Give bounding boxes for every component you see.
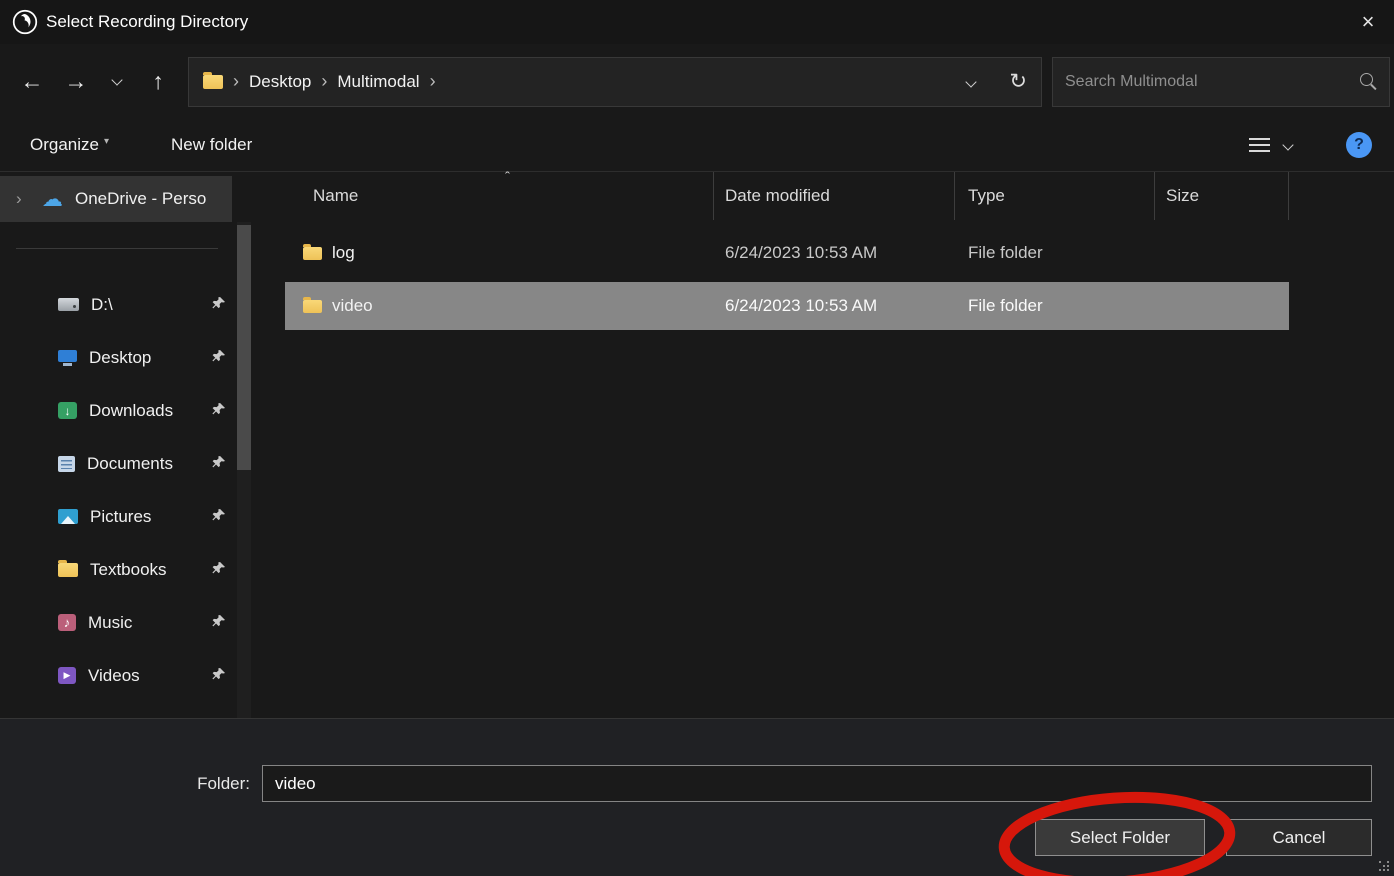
sidebar-item-documents[interactable]: Documents: [0, 437, 260, 490]
breadcrumb-separator[interactable]: ›: [429, 71, 437, 92]
pin-icon: [212, 348, 226, 368]
breadcrumb-item-multimodal[interactable]: Multimodal: [337, 72, 419, 92]
sidebar-item-downloads[interactable]: ↓ Downloads: [0, 384, 260, 437]
onedrive-cloud-icon: ☁: [42, 189, 63, 210]
pin-icon: [212, 454, 226, 474]
recent-locations-button[interactable]: [98, 60, 136, 104]
expand-chevron-icon[interactable]: ›: [16, 189, 22, 209]
column-header-size[interactable]: Size: [1155, 172, 1289, 220]
folder-icon: [303, 247, 322, 260]
search-icon[interactable]: [1360, 73, 1377, 90]
close-icon[interactable]: ×: [1354, 8, 1382, 36]
organize-button[interactable]: Organize ▾: [30, 135, 109, 155]
file-list: ˆ Name Date modified Type Size log 6/24/…: [260, 172, 1394, 718]
file-row-video-selected[interactable]: video 6/24/2023 10:53 AM File folder: [285, 282, 1289, 330]
drive-icon: [58, 298, 79, 311]
sidebar-item-label: Videos: [88, 666, 140, 686]
search-input[interactable]: [1065, 73, 1360, 91]
dialog-footer: Folder: Select Folder Cancel: [0, 718, 1394, 876]
sidebar-item-pictures[interactable]: Pictures: [0, 490, 260, 543]
desktop-icon: [58, 350, 77, 362]
scrollbar-track[interactable]: [237, 222, 251, 718]
folder-name-input[interactable]: [262, 765, 1372, 802]
sidebar-item-label: Downloads: [89, 401, 173, 421]
select-folder-button[interactable]: Select Folder: [1035, 819, 1205, 856]
documents-icon: [58, 456, 75, 472]
back-button[interactable]: ←: [10, 60, 54, 104]
file-list-header: ˆ Name Date modified Type Size: [260, 172, 1394, 220]
column-header-date-modified[interactable]: Date modified: [714, 172, 955, 220]
pictures-icon: [58, 509, 78, 524]
pin-icon: [212, 401, 226, 421]
view-details-icon[interactable]: [1249, 138, 1270, 153]
refresh-button[interactable]: ↻: [1009, 69, 1027, 94]
sidebar-item-desktop[interactable]: Desktop: [0, 331, 260, 384]
obs-logo-icon: [12, 9, 38, 35]
help-button[interactable]: ?: [1346, 132, 1372, 158]
window-title: Select Recording Directory: [46, 12, 248, 32]
dialog-content: › ☁ OneDrive - Perso D:\ Desktop ↓ Downl…: [0, 172, 1394, 718]
chevron-down-icon: [111, 74, 122, 85]
sidebar-item-onedrive[interactable]: › ☁ OneDrive - Perso: [0, 176, 232, 222]
scrollbar-thumb[interactable]: [237, 225, 251, 470]
title-bar: Select Recording Directory ×: [0, 0, 1394, 44]
pin-icon: [212, 613, 226, 633]
chevron-down-icon: [966, 76, 977, 87]
file-date-modified: 6/24/2023 10:53 AM: [714, 243, 955, 263]
sidebar-item-label: Textbooks: [90, 560, 167, 580]
pin-icon: [212, 666, 226, 686]
address-dropdown-button[interactable]: [967, 73, 975, 91]
new-folder-button[interactable]: New folder: [171, 135, 252, 155]
sidebar-item-label: Music: [88, 613, 132, 633]
navigation-pane: › ☁ OneDrive - Perso D:\ Desktop ↓ Downl…: [0, 172, 260, 718]
command-bar: Organize ▾ New folder ?: [0, 119, 1394, 172]
music-icon: ♪: [58, 614, 76, 631]
file-name: video: [332, 296, 373, 316]
downloads-icon: ↓: [58, 402, 77, 419]
file-name: log: [332, 243, 355, 263]
file-row-log[interactable]: log 6/24/2023 10:53 AM File folder: [285, 229, 1289, 277]
sidebar-item-label: Documents: [87, 454, 173, 474]
search-box[interactable]: [1052, 57, 1390, 107]
breadcrumb-separator[interactable]: ›: [320, 71, 328, 92]
column-header-type[interactable]: Type: [955, 172, 1155, 220]
file-type: File folder: [955, 296, 1155, 316]
resize-grip[interactable]: [1379, 861, 1390, 872]
sidebar-divider: [16, 248, 218, 249]
caret-down-icon: ▾: [104, 136, 109, 147]
breadcrumb-item-desktop[interactable]: Desktop: [249, 72, 311, 92]
cancel-button[interactable]: Cancel: [1226, 819, 1372, 856]
sort-ascending-icon: ˆ: [505, 169, 510, 186]
sidebar-item-textbooks[interactable]: Textbooks: [0, 543, 260, 596]
navigation-toolbar: ← → ↑ › Desktop › Multimodal › ↻: [0, 44, 1394, 119]
file-type: File folder: [955, 243, 1155, 263]
pin-icon: [212, 560, 226, 580]
sidebar-item-label: Desktop: [89, 348, 151, 368]
column-header-name[interactable]: Name: [260, 172, 714, 220]
breadcrumb-folder-icon[interactable]: [203, 75, 223, 89]
pin-icon: [212, 507, 226, 527]
sidebar-item-music[interactable]: ♪ Music: [0, 596, 260, 649]
chevron-down-icon: [1282, 139, 1293, 150]
view-options-dropdown[interactable]: [1284, 136, 1292, 154]
sidebar-item-label: D:\: [91, 295, 113, 315]
sidebar-item-label: Pictures: [90, 507, 151, 527]
folder-label: Folder:: [150, 774, 262, 794]
pin-icon: [212, 295, 226, 315]
address-bar[interactable]: › Desktop › Multimodal › ↻: [188, 57, 1042, 107]
up-button[interactable]: ↑: [136, 60, 180, 104]
folder-icon: [58, 563, 78, 577]
sidebar-item-label: OneDrive - Perso: [75, 189, 206, 209]
file-date-modified: 6/24/2023 10:53 AM: [714, 296, 955, 316]
sidebar-item-videos[interactable]: ▶ Videos: [0, 649, 260, 702]
breadcrumb-separator[interactable]: ›: [232, 71, 240, 92]
folder-icon: [303, 300, 322, 313]
videos-icon: ▶: [58, 667, 76, 684]
sidebar-item-d-drive[interactable]: D:\: [0, 278, 260, 331]
organize-label: Organize: [30, 135, 99, 155]
forward-button[interactable]: →: [54, 60, 98, 104]
